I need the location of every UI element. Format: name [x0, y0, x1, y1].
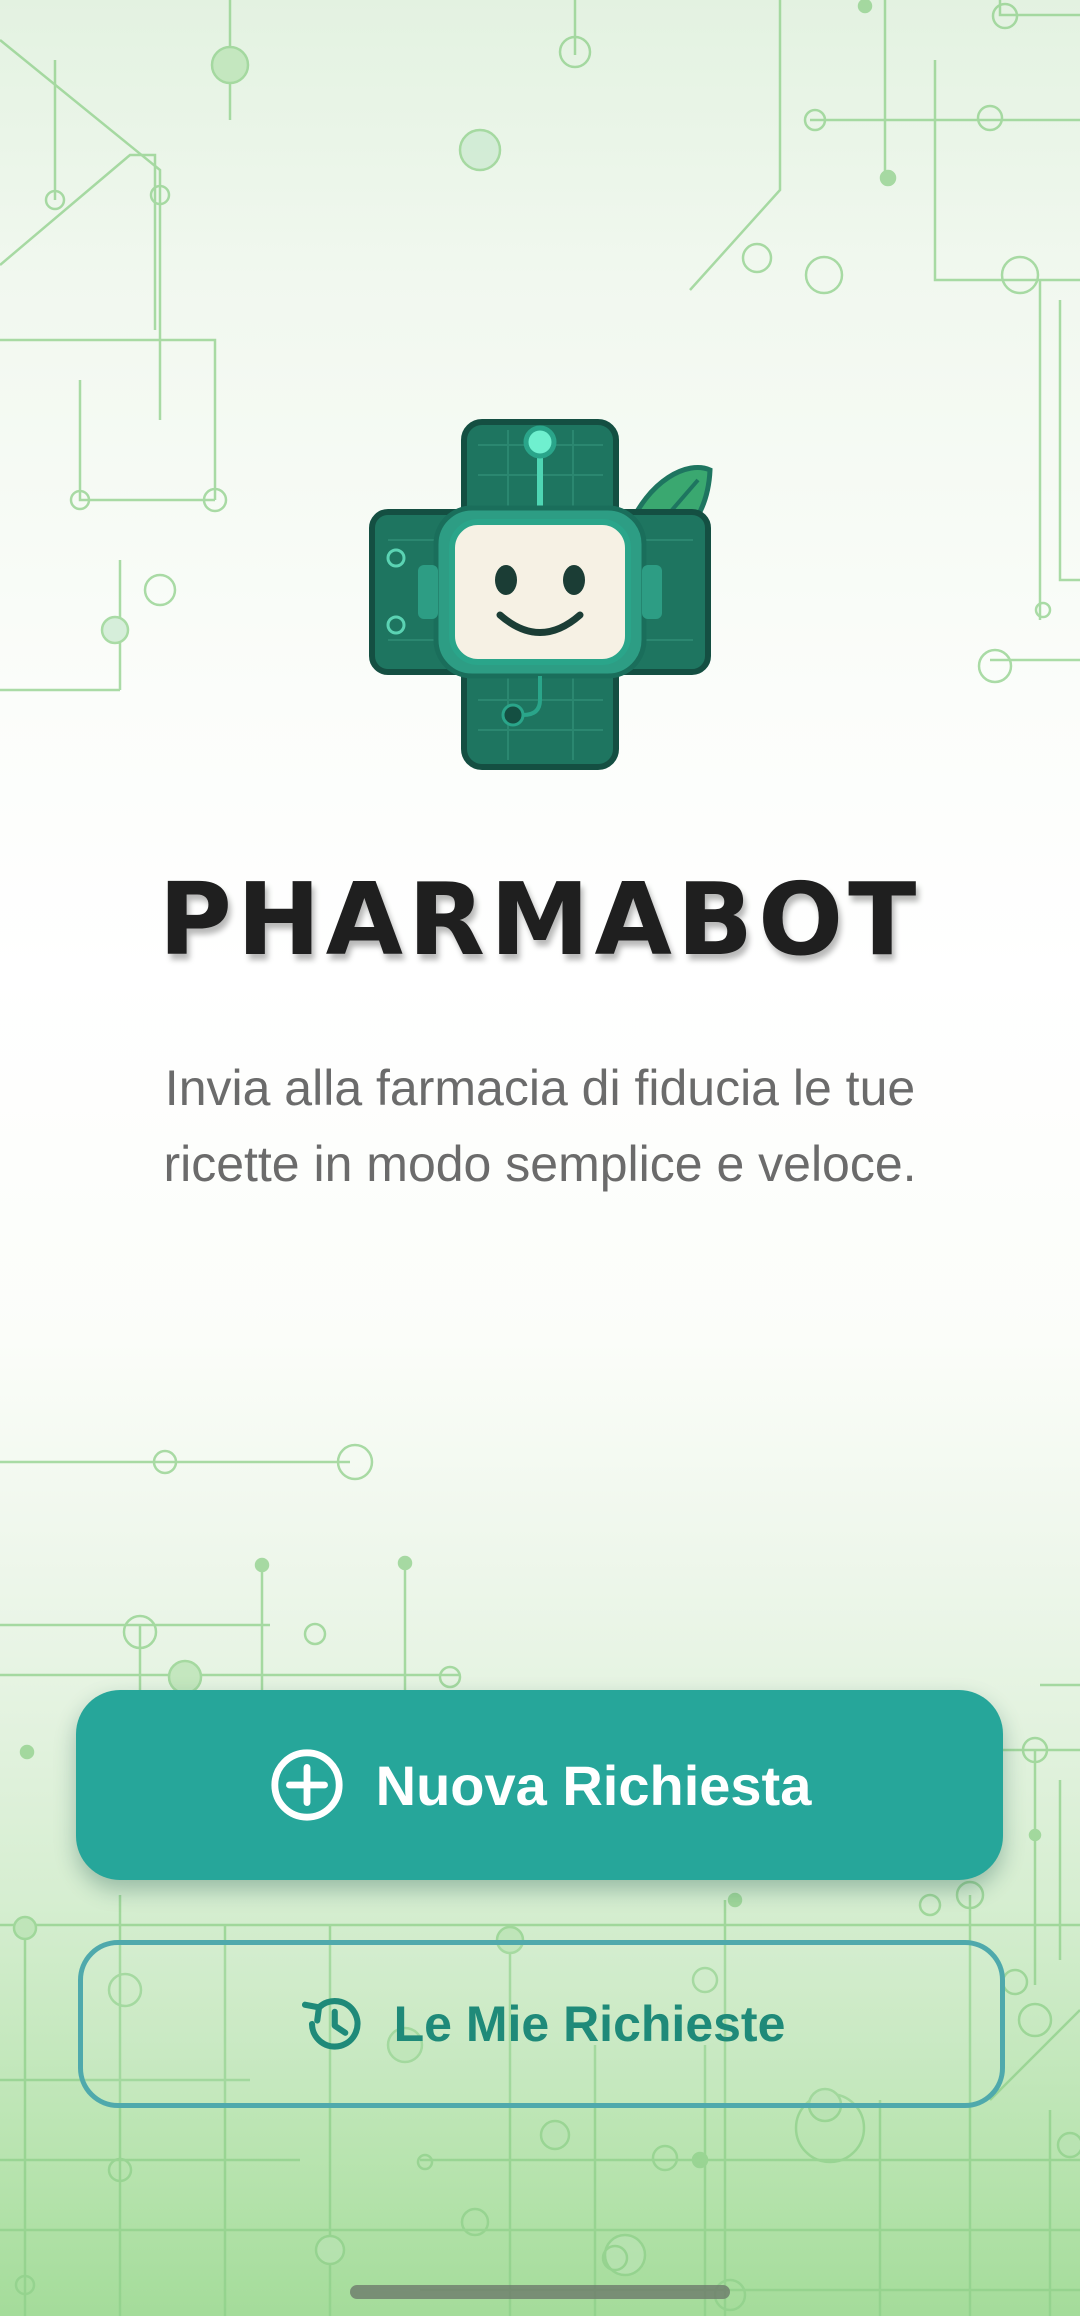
robot-medical-cross-logo-icon [369, 419, 713, 770]
new-request-label: Nuova Richiesta [375, 1753, 812, 1817]
app-tagline: Invia alla farmacia di fiducia le tue ri… [163, 1060, 917, 1192]
history-icon [301, 1998, 361, 2050]
pharmabot-logo [348, 400, 732, 784]
my-requests-label: Le Mie Richieste [393, 1996, 786, 2052]
home-indicator[interactable] [350, 2285, 730, 2299]
new-request-button[interactable]: Nuova Richiesta [76, 1690, 1003, 1880]
my-requests-button[interactable]: Le Mie Richieste [78, 1940, 1005, 2108]
app-title: PHARMABOT [158, 861, 922, 978]
plus-circle-icon [271, 1749, 343, 1821]
